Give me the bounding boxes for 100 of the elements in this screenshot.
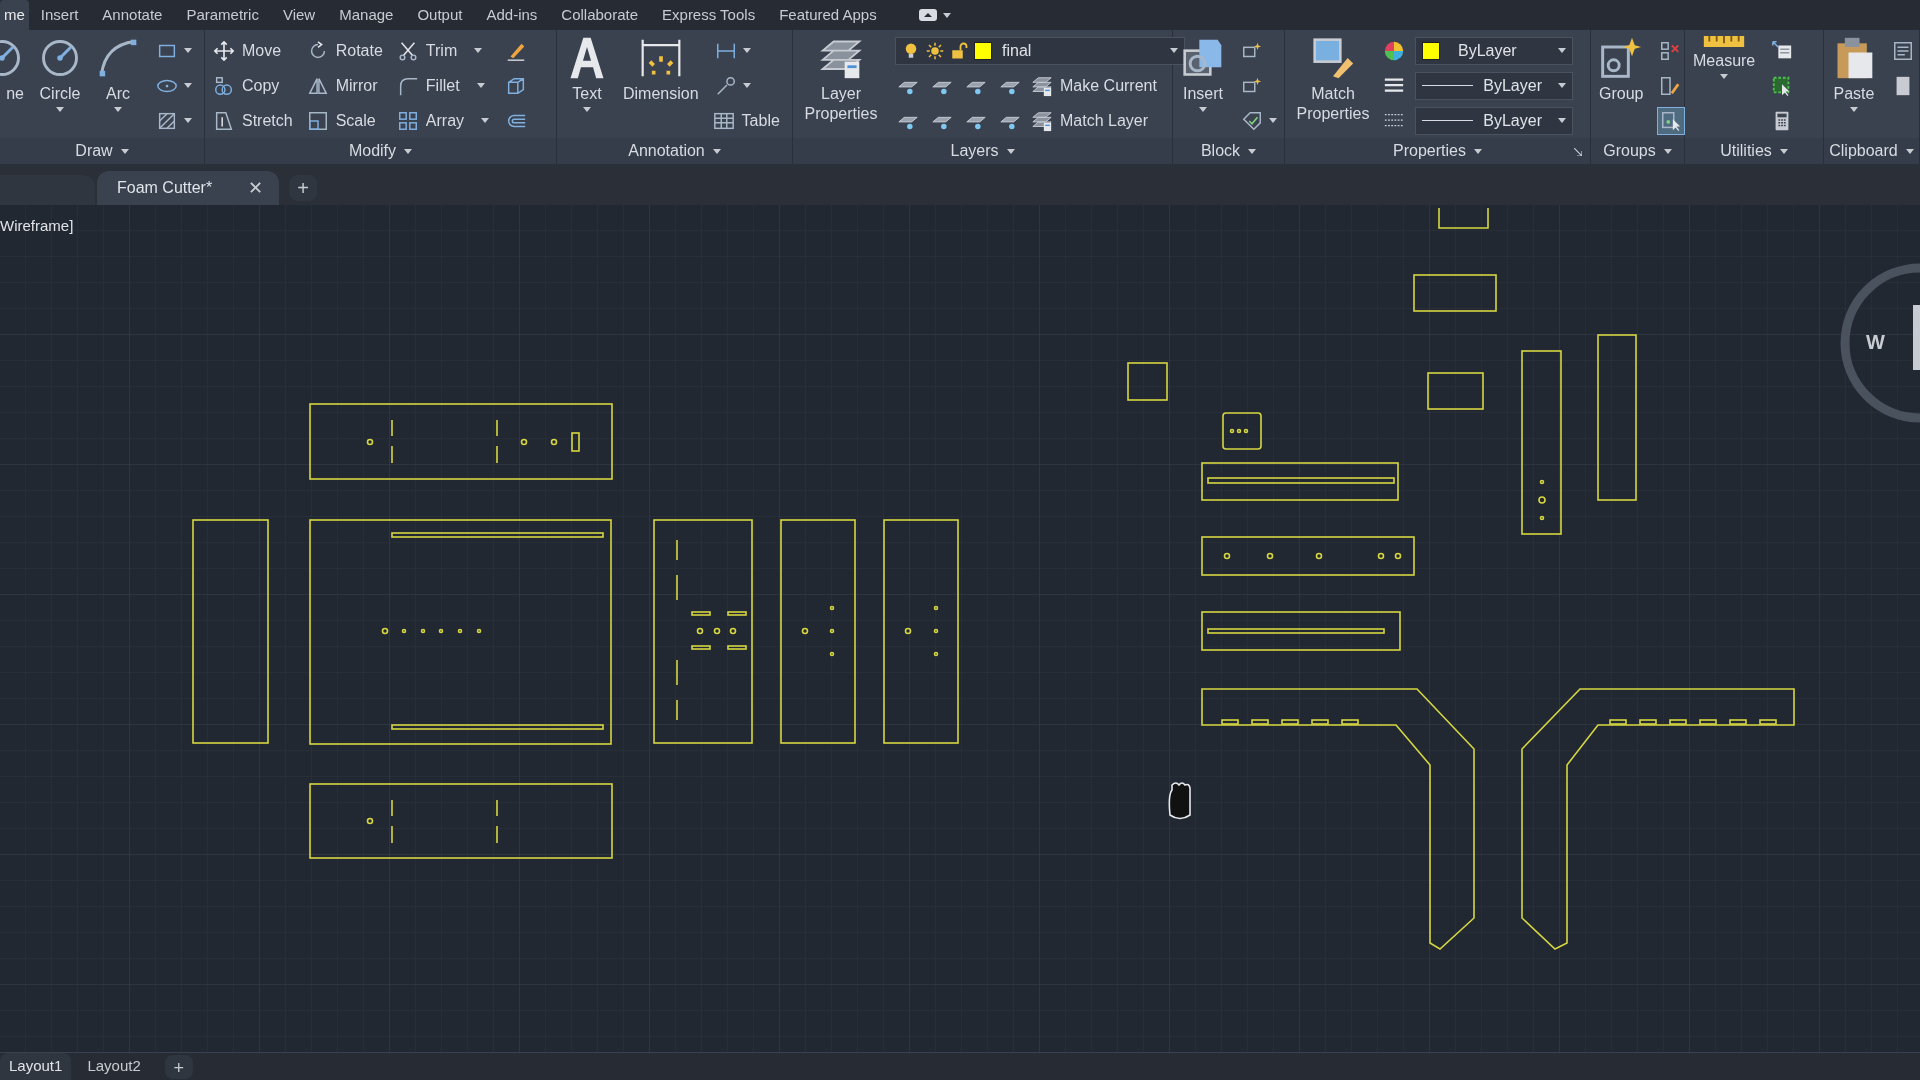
caret-icon (1006, 148, 1015, 154)
caret-icon (742, 83, 751, 88)
panel-title[interactable]: Modify (348, 139, 413, 163)
dropdown-field[interactable]: ByLayer (1415, 36, 1573, 65)
dropdown-field[interactable]: ByLayer (1415, 71, 1573, 100)
caret-icon (184, 48, 192, 53)
caret-icon (1720, 74, 1729, 79)
ribbon-button[interactable]: Rotate (306, 38, 383, 63)
ribbon-button[interactable]: Arc (96, 34, 140, 112)
ribbon-button[interactable]: Move (213, 38, 282, 63)
part-outline (1222, 412, 1262, 450)
ribbon-button[interactable]: Make Current (1031, 73, 1157, 98)
caret-icon (481, 118, 490, 123)
caret-icon (56, 107, 64, 112)
layers-icon (1031, 109, 1053, 132)
caret-icon (404, 148, 413, 154)
caret-icon (476, 83, 485, 88)
part-outline (1127, 362, 1168, 401)
panel-toggle-icon[interactable] (918, 9, 937, 21)
ribbon-button[interactable]: Dimension (623, 34, 699, 104)
ribbon-tab[interactable]: Express Tools (650, 0, 768, 30)
ribbon-button[interactable]: Array (396, 108, 490, 133)
ribbon-button[interactable]: Circle (38, 34, 82, 112)
caret-icon (184, 83, 192, 88)
layout-tab[interactable]: Layout2 (71, 1052, 157, 1080)
dropdown-field[interactable]: final (895, 36, 1185, 65)
ribbon-button[interactable]: ne (0, 34, 24, 104)
caret-icon (583, 107, 591, 112)
ribbon-button[interactable]: Scale (306, 108, 376, 133)
ribbon-button[interactable]: Layer Properties (801, 34, 881, 124)
ribbon-button[interactable]: Group (1599, 34, 1644, 104)
caret-icon (1663, 148, 1672, 154)
stretch-icon (213, 109, 235, 132)
ribbon-tab[interactable]: Annotate (90, 0, 175, 30)
tag-icon (1241, 109, 1263, 132)
caret-icon (742, 48, 751, 53)
selection-icon (1660, 109, 1683, 132)
ribbon-button[interactable]: Match Properties (1293, 34, 1373, 124)
caret-icon (1473, 148, 1482, 154)
move-icon (213, 39, 235, 62)
caret-icon (114, 107, 122, 112)
panel-title[interactable]: Layers (950, 139, 1015, 163)
ribbon-tab[interactable]: Output (405, 0, 475, 30)
ruler-icon (1702, 36, 1747, 47)
ungroup-icon (1659, 39, 1682, 62)
line-sample (1422, 85, 1474, 86)
ribbon-button[interactable]: Fillet (396, 73, 485, 98)
ribbon-button[interactable]: Copy (213, 73, 280, 98)
ribbon-button[interactable]: Table (712, 108, 780, 133)
array-icon (396, 109, 419, 132)
ribbon-button[interactable]: Mirror (306, 73, 378, 98)
ribbon-button[interactable]: Stretch (213, 108, 293, 133)
ribbon-button[interactable]: Text (565, 34, 609, 112)
ribbon-tab[interactable]: View (270, 0, 328, 30)
ribbon-button[interactable]: Trim (396, 38, 483, 63)
layout-tab[interactable]: Layout1 (0, 1052, 72, 1080)
group-edit-icon (1659, 74, 1682, 97)
viewport-label[interactable]: Wireframe] (0, 215, 74, 238)
caret-icon (1850, 107, 1858, 112)
caret-icon (1905, 148, 1914, 154)
caret-icon (1779, 148, 1788, 154)
caret-icon (1558, 118, 1566, 123)
ribbon-tab[interactable]: Collaborate (549, 0, 651, 30)
scale-icon (306, 109, 329, 132)
ribbon-button[interactable]: Paste (1832, 34, 1876, 112)
ribbon-tab[interactable]: Insert (28, 0, 91, 30)
dropdown-value: final (1002, 40, 1033, 61)
caret-icon (1199, 107, 1207, 112)
paste-special-icon (1892, 39, 1914, 62)
ribbon-tab[interactable]: Parametric (174, 0, 271, 30)
ribbon-tab[interactable]: Add-ins (474, 0, 550, 30)
caret-icon (942, 12, 951, 18)
icon-button[interactable] (1657, 106, 1686, 135)
layers-icon (1031, 74, 1053, 97)
ribbon-tab[interactable]: me (0, 0, 29, 30)
ribbon-button[interactable]: Match Layer (1031, 108, 1149, 133)
dialog-launcher-icon[interactable] (1574, 148, 1582, 156)
tab-title[interactable]: Foam Cutter* (113, 176, 217, 200)
caret-icon (120, 148, 129, 154)
caret-icon (1170, 48, 1178, 53)
caret-icon (474, 48, 483, 53)
caret-icon (712, 148, 721, 154)
dropdown-value: ByLayer (1458, 40, 1518, 61)
new-tab-button[interactable]: + (289, 175, 318, 201)
viewcube-ring[interactable] (1840, 263, 1920, 423)
caret-icon (1269, 118, 1277, 123)
ribbon-tab[interactable]: Featured Apps (767, 0, 889, 30)
ribbon-tab[interactable]: Manage (327, 0, 406, 30)
dropdown-field[interactable]: ByLayer (1415, 106, 1573, 135)
part-outline (1438, 207, 1489, 229)
part-outline (1427, 372, 1484, 410)
brush-icon (1311, 36, 1355, 80)
leader-icon (714, 74, 737, 97)
document-tab[interactable]: Foam Cutter* ✕ (97, 171, 280, 205)
new-layout-button[interactable]: + (164, 1054, 193, 1079)
caret-icon (1248, 148, 1257, 154)
close-button[interactable]: ✕ (248, 174, 264, 202)
compass-label[interactable]: W (1866, 327, 1885, 357)
ribbon-button[interactable]: Measure (1693, 34, 1756, 79)
copy-icon (213, 74, 235, 97)
